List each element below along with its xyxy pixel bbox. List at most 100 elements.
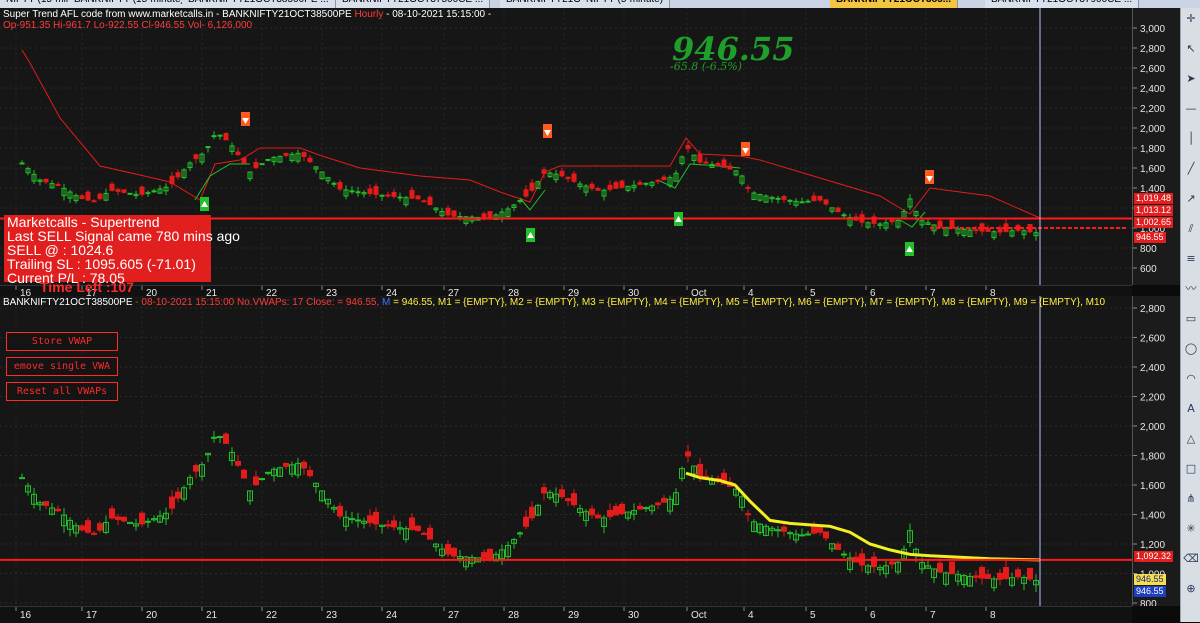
candle-body	[355, 191, 361, 194]
hline-icon[interactable]: —	[1183, 102, 1199, 116]
date-axis-bottom: 16 17 20 21 22 23 24 27 28 29 30 Oct 4 5 6 7 8	[0, 606, 1132, 623]
candle-body	[415, 195, 421, 200]
candle-body	[259, 163, 265, 166]
candle-body	[409, 189, 415, 199]
candle-body	[643, 182, 649, 185]
candle-body	[937, 220, 943, 228]
rect-icon[interactable]: ▭	[1183, 312, 1199, 326]
candle-body	[373, 186, 379, 195]
date-label: 21	[206, 610, 218, 621]
candle-body	[787, 532, 793, 535]
candle-body	[91, 532, 97, 535]
price-tag: 946.55	[1134, 574, 1166, 585]
candle-body	[97, 523, 103, 531]
candle-body	[619, 503, 625, 515]
price-tag: 1,013.12	[1134, 205, 1174, 216]
candle-body	[421, 532, 427, 535]
candle-body	[373, 511, 379, 525]
arrow-icon[interactable]: ↖	[1183, 42, 1199, 56]
candle-body	[55, 508, 61, 512]
price-tag: 1,002.65	[1134, 217, 1174, 228]
triangle-icon[interactable]: △	[1183, 432, 1199, 446]
zigzag-icon[interactable]: 〰	[1183, 282, 1199, 296]
candle-body	[217, 134, 223, 137]
zoom-icon[interactable]: ⊕	[1183, 582, 1199, 596]
trendline-icon[interactable]: ╱	[1183, 162, 1199, 176]
axis-tick-label: 2,200	[1140, 104, 1165, 115]
candle-body	[391, 191, 397, 197]
price-change: -65.8 (-6.5%)	[670, 60, 742, 73]
candle-body	[799, 534, 805, 537]
candle-body	[451, 210, 457, 217]
info-last-signal: Last SELL Signal came 780 mins ago	[7, 228, 240, 244]
candle-body	[745, 186, 751, 189]
text-icon[interactable]: A	[1183, 402, 1199, 416]
date-label: 17	[86, 610, 98, 621]
ellipse-icon[interactable]: ◯	[1183, 342, 1199, 356]
price-tag: 1,019.48	[1134, 193, 1174, 204]
candle-body	[307, 469, 313, 477]
info-sell-price: SELL @ : 1024.6	[7, 242, 114, 258]
date-label: 16	[20, 610, 32, 621]
vwap-chart-pane[interactable]: BANKNIFTY21OCT38500PE - 08-10-2021 15:15…	[0, 296, 1132, 606]
candle-body	[889, 561, 895, 565]
candle-body	[193, 465, 199, 472]
symbol-tab[interactable]: BANKNIFTY21OCT37500CE ...	[336, 0, 491, 8]
fib-icon[interactable]: ≡	[1183, 252, 1199, 266]
candle-body	[445, 544, 451, 555]
candle-body	[745, 513, 751, 516]
symbol-tab[interactable]: BANKNIFTY21OCT385...	[830, 0, 959, 8]
candle-body	[979, 566, 985, 579]
store-vwap-button[interactable]: Store VWAP	[6, 332, 118, 351]
price-axis-top[interactable]: 3,000 2,800 2,600 2,400 2,200 2,000 1,800 1,600…	[1132, 8, 1181, 285]
candle-body	[397, 196, 403, 199]
date-label: 8	[990, 610, 996, 621]
candle-body	[481, 552, 487, 559]
date-label: 30	[628, 610, 640, 621]
symbol-tab[interactable]: NIFTY (5-minute)	[580, 0, 671, 8]
symbol-tab[interactable]: BANKNIFTY (15-minute)	[68, 0, 191, 8]
candle-body	[235, 460, 241, 466]
gann-icon[interactable]: ✳	[1183, 522, 1199, 536]
remove-single-vwap-button[interactable]: emove single VWA	[6, 357, 118, 376]
candle-body	[517, 532, 523, 535]
eraser-icon[interactable]: ⌫	[1183, 552, 1199, 566]
candle-body	[697, 463, 703, 477]
ray-icon[interactable]: ↗	[1183, 192, 1199, 206]
candle-body	[175, 491, 181, 499]
candle-body	[817, 195, 823, 201]
date-label: 28	[508, 610, 520, 621]
candle-body	[205, 146, 211, 149]
symbol-tab[interactable]: BANKNIFTY21OCT37900CE ...	[985, 0, 1140, 8]
arc-icon[interactable]: ◠	[1183, 372, 1199, 386]
candle-body	[481, 213, 487, 219]
candle-body	[91, 200, 97, 203]
axis-tick-label: 800	[1140, 244, 1157, 255]
channel-icon[interactable]: ⫽	[1183, 222, 1199, 236]
candle-body	[559, 170, 565, 177]
date-axis-bottom-labels: 16 17 20 21 22 23 24 27 28 29 30 Oct 4 5 6 7 8	[15, 607, 996, 621]
date-label: 27	[448, 610, 460, 621]
candle-body	[571, 493, 577, 506]
square-icon[interactable]: □	[1183, 462, 1199, 476]
vwap-line	[685, 471, 1041, 562]
candle-body	[127, 192, 133, 195]
symbol-tab[interactable]: BANKNIFTY21OCT38500PE ...	[182, 0, 336, 8]
candle-body	[415, 525, 421, 531]
axis-tick-label: 800	[1140, 599, 1157, 606]
crosshair-icon[interactable]: ✛	[1183, 12, 1199, 26]
cursor-icon[interactable]: ➤	[1183, 72, 1199, 86]
candle-body	[259, 478, 265, 481]
pitchfork-icon[interactable]: ⋔	[1183, 492, 1199, 506]
candle-body	[565, 176, 571, 180]
candle-body	[283, 152, 289, 156]
candle-body	[799, 201, 805, 204]
candle-body	[589, 508, 595, 516]
candle-body	[595, 188, 601, 191]
supertrend-chart-pane[interactable]: Super Trend AFL code from www.marketcall…	[0, 8, 1132, 285]
candle-body	[841, 553, 847, 556]
candle-body	[997, 572, 1003, 580]
candle-body	[937, 562, 943, 573]
vline-icon[interactable]: │	[1183, 132, 1199, 146]
reset-all-vwaps-button[interactable]: Reset all VWAPs	[6, 382, 118, 401]
